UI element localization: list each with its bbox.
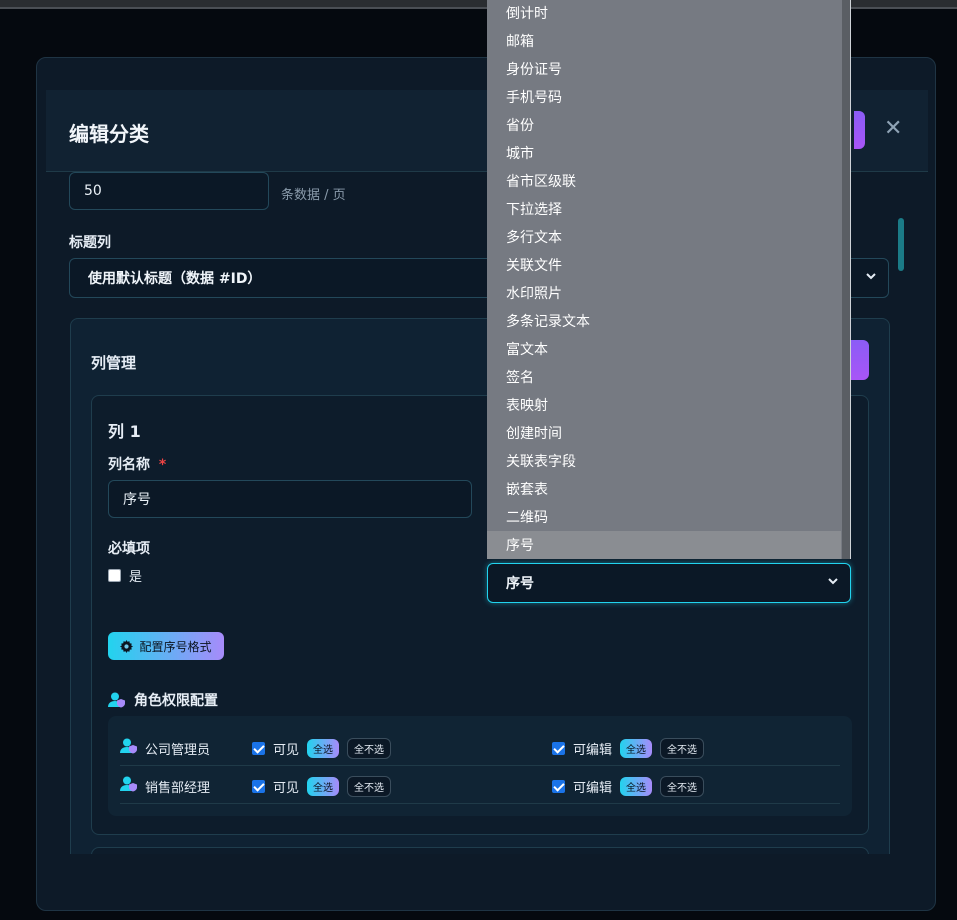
dropdown-option[interactable]: 嵌套表 xyxy=(487,475,841,503)
dropdown-option[interactable]: 表映射 xyxy=(487,391,841,419)
visible-permission: 可见 全选 全不选 xyxy=(252,738,392,759)
chevron-down-icon xyxy=(828,578,838,585)
dropdown-option[interactable]: 城市 xyxy=(487,139,841,167)
select-all-button[interactable]: 全选 xyxy=(620,777,653,796)
column-card-next xyxy=(91,847,869,854)
dropdown-scrollbar[interactable] xyxy=(842,0,850,559)
gear-icon xyxy=(120,639,134,653)
user-shield-icon xyxy=(108,692,125,708)
role-row: 销售部经理 可见 全选 全不选 可编辑 全选 全不选 xyxy=(120,766,840,804)
required-option-label: 是 xyxy=(129,570,143,585)
required-asterisk: * xyxy=(158,457,167,473)
dropdown-option[interactable]: 关联文件 xyxy=(487,251,841,279)
column-name-value: 序号 xyxy=(123,492,151,508)
dropdown-option[interactable]: 下拉选择 xyxy=(487,195,841,223)
visible-checkbox[interactable] xyxy=(252,742,265,755)
visible-checkbox[interactable] xyxy=(252,780,265,793)
edit-permission: 可编辑 全选 全不选 xyxy=(552,738,705,759)
dropdown-option[interactable]: 序号 xyxy=(487,531,841,559)
add-column-button[interactable] xyxy=(850,340,869,380)
edit-permission: 可编辑 全选 全不选 xyxy=(552,776,705,797)
close-icon[interactable]: ✕ xyxy=(884,116,902,141)
select-all-button[interactable]: 全选 xyxy=(307,777,340,796)
config-serial-format-button[interactable]: 配置序号格式 xyxy=(108,632,224,660)
visible-label: 可见 xyxy=(273,743,300,758)
select-none-button[interactable]: 全不选 xyxy=(660,776,705,797)
dropdown-option[interactable]: 手机号码 xyxy=(487,83,841,111)
required-checkbox[interactable] xyxy=(108,569,121,582)
dropdown-option[interactable]: 水印照片 xyxy=(487,279,841,307)
role-permission-list: 公司管理员 可见 全选 全不选 可编辑 全选 全不选 销售部经理 可见 全选 全… xyxy=(108,716,852,816)
dropdown-option[interactable]: 二维码 xyxy=(487,503,841,531)
select-none-button[interactable]: 全不选 xyxy=(347,776,392,797)
dropdown-option[interactable]: 多条记录文本 xyxy=(487,307,841,335)
dropdown-option[interactable]: 身份证号 xyxy=(487,55,841,83)
dropdown-option[interactable]: 关联表字段 xyxy=(487,447,841,475)
dropdown-option[interactable]: 富文本 xyxy=(487,335,841,363)
dropdown-option[interactable]: 邮箱 xyxy=(487,27,841,55)
dropdown-option[interactable]: 倒计时 xyxy=(487,0,841,27)
title-column-label: 标题列 xyxy=(69,235,111,251)
role-name: 销售部经理 xyxy=(145,781,211,796)
column-name-label: 列名称 * xyxy=(108,457,167,473)
edit-checkbox[interactable] xyxy=(552,780,565,793)
edit-checkbox[interactable] xyxy=(552,742,565,755)
dropdown-option[interactable]: 多行文本 xyxy=(487,223,841,251)
visible-label: 可见 xyxy=(273,781,300,796)
select-all-button[interactable]: 全选 xyxy=(620,739,653,758)
page-size-value: 50 xyxy=(84,183,102,199)
title-column-selected: 使用默认标题（数据 #ID） xyxy=(88,271,262,287)
column-type-select[interactable]: 序号 xyxy=(487,563,851,603)
column-name-input[interactable]: 序号 xyxy=(108,480,472,518)
dropdown-option[interactable]: 创建时间 xyxy=(487,419,841,447)
dropdown-option[interactable]: 省市区级联 xyxy=(487,167,841,195)
column-type-dropdown: 倒计时 邮箱 身份证号 手机号码 省份 城市 省市区级联 下拉选择 多行文本 关联文件 水印照片 多条… xyxy=(487,0,851,559)
page-size-input[interactable]: 50 xyxy=(69,172,269,210)
select-all-button[interactable]: 全选 xyxy=(307,739,340,758)
column-heading: 列 1 xyxy=(108,422,141,441)
select-none-button[interactable]: 全不选 xyxy=(660,738,705,759)
required-label: 必填项 xyxy=(108,541,150,557)
page-size-suffix: 条数据 / 页 xyxy=(281,188,346,203)
user-shield-icon xyxy=(120,738,137,754)
select-none-button[interactable]: 全不选 xyxy=(347,738,392,759)
user-shield-icon xyxy=(120,776,137,792)
dropdown-option[interactable]: 省份 xyxy=(487,111,841,139)
dropdown-option[interactable]: 签名 xyxy=(487,363,841,391)
role-section-title: 角色权限配置 xyxy=(134,693,218,709)
chevron-down-icon xyxy=(866,273,876,280)
required-option[interactable]: 是 xyxy=(108,566,142,585)
column-type-selected: 序号 xyxy=(506,576,534,592)
role-name: 公司管理员 xyxy=(145,743,211,758)
header-action-button[interactable] xyxy=(854,111,865,149)
role-section-heading: 角色权限配置 xyxy=(108,690,218,710)
column-management-title: 列管理 xyxy=(91,354,137,372)
role-row: 公司管理员 可见 全选 全不选 可编辑 全选 全不选 xyxy=(120,728,840,766)
edit-label: 可编辑 xyxy=(573,781,613,796)
edit-label: 可编辑 xyxy=(573,743,613,758)
config-serial-format-label: 配置序号格式 xyxy=(139,639,212,654)
visible-permission: 可见 全选 全不选 xyxy=(252,776,392,797)
modal-title: 编辑分类 xyxy=(69,122,149,146)
